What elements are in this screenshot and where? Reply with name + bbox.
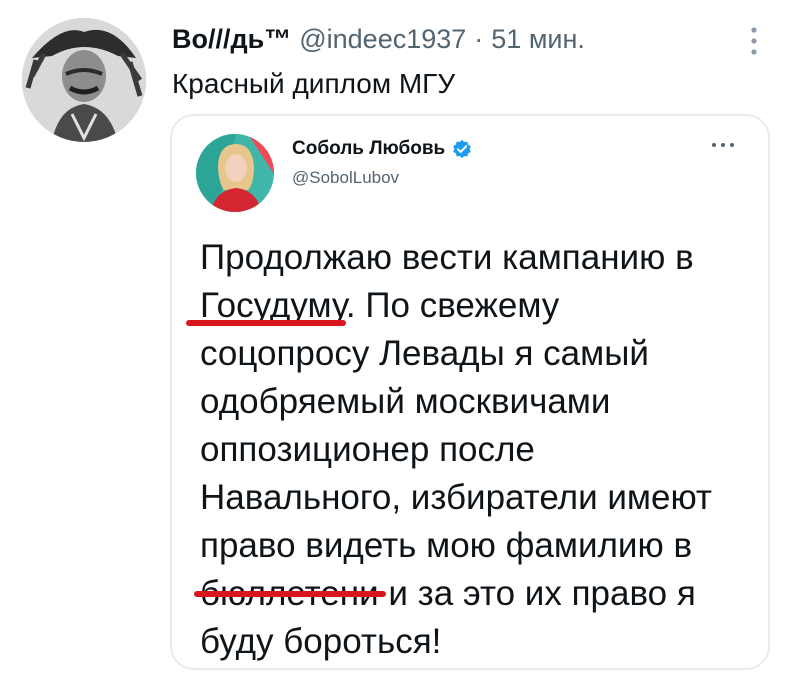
tweet-timestamp[interactable]: 51 мин. (491, 24, 585, 55)
body-line: одобряемый москвичами (200, 382, 611, 421)
red-underline-gosdumu (186, 320, 346, 326)
tweet-text: Красный диплом МГУ (172, 68, 456, 99)
author-handle[interactable]: @indeec1937 (299, 24, 466, 55)
verified-badge-icon (451, 138, 473, 160)
body-line: Продолжаю вести кампанию в (200, 238, 694, 277)
author-avatar[interactable] (22, 18, 146, 142)
quoted-avatar-image (196, 134, 274, 212)
red-underline-bulleteni (194, 591, 386, 597)
quoted-author-name[interactable]: Соболь Любовь (292, 138, 445, 160)
quoted-tweet-body: Продолжаю вести кампанию в Госудуму. По … (200, 234, 760, 666)
header-separator: · (474, 24, 484, 54)
avatar-image (22, 18, 146, 142)
quoted-author-avatar[interactable] (196, 134, 274, 212)
body-line: право видеть мою фамилию в (200, 526, 693, 565)
tweet-header: Во///дь™ @indeec1937 · 51 мин. (172, 24, 585, 55)
body-line: Навального, избиратели имеют (200, 478, 712, 517)
more-horizontal-icon[interactable] (708, 138, 738, 150)
body-line: соцопросу Левады я самый (200, 334, 649, 373)
quoted-author-handle[interactable]: @SobolLubov (292, 168, 399, 188)
quoted-author-name-row[interactable]: Соболь Любовь (292, 138, 473, 160)
body-line: оппозиционер после (200, 430, 535, 469)
author-name[interactable]: Во///дь™ (172, 24, 291, 55)
body-line: буду бороться! (200, 622, 442, 661)
more-vertical-icon[interactable] (744, 24, 764, 60)
quoted-tweet-card[interactable]: Соболь Любовь @SobolLubov Продолжаю вест… (170, 114, 770, 670)
